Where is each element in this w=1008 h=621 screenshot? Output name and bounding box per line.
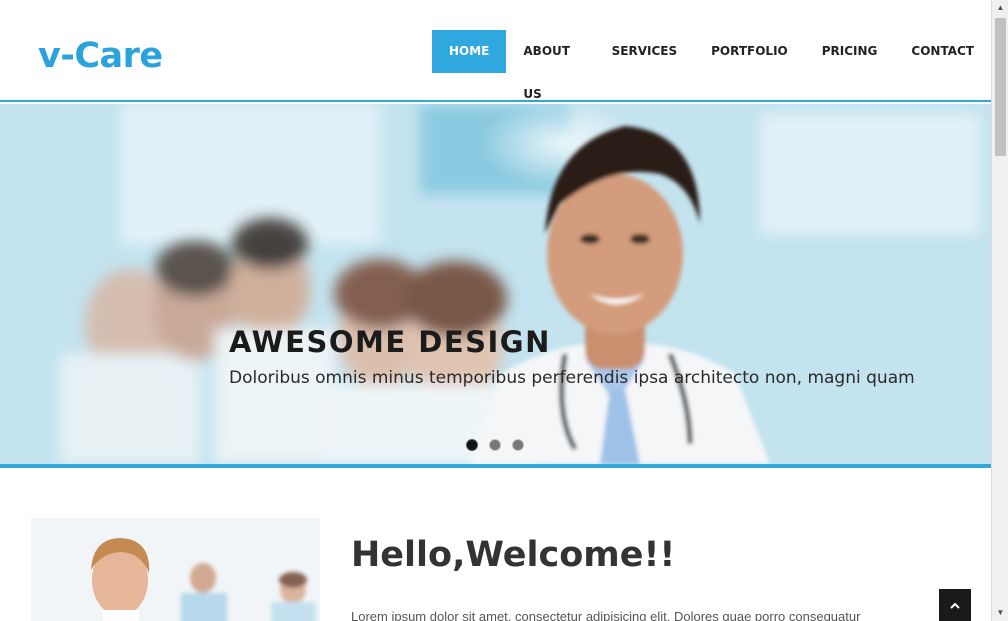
hero-image [0,104,991,464]
scroll-up-button[interactable]: ▲ [992,0,1008,16]
nav-item-services[interactable]: SERVICES [595,30,694,73]
hero-divider [0,464,991,468]
site-header: v-Care HOME ABOUT US SERVICES PORTFOLIO … [0,0,991,102]
welcome-image-graphic [31,518,320,621]
slider-dot-3[interactable] [512,439,524,451]
slider-dot-2[interactable] [489,439,501,451]
triangle-down-icon: ▼ [996,608,1005,617]
hero-slider: AWESOME DESIGN Doloribus omnis minus tem… [0,104,991,464]
slider-pagination [466,439,524,451]
nav-item-contact[interactable]: CONTACT [894,30,991,73]
welcome-image [31,518,320,621]
back-to-top-button[interactable] [939,589,971,621]
hero-subtitle: Doloribus omnis minus temporibus perfere… [229,368,915,388]
nav-item-home[interactable]: HOME [432,30,507,73]
logo[interactable]: v-Care [38,36,163,76]
hero-title: AWESOME DESIGN [229,325,551,359]
welcome-heading: Hello,Welcome!! [351,535,676,575]
chevron-up-icon [949,597,961,612]
main-nav: HOME ABOUT US SERVICES PORTFOLIO PRICING… [432,30,991,101]
nav-item-pricing[interactable]: PRICING [805,30,895,73]
scroll-thumb[interactable] [995,18,1006,156]
page-scrollbar[interactable]: ▲ ▼ [991,0,1008,621]
triangle-up-icon: ▲ [996,3,1005,12]
nav-item-portfolio[interactable]: PORTFOLIO [694,30,805,73]
welcome-text: Lorem ipsum dolor sit amet, consectetur … [351,609,861,621]
slider-dot-1[interactable] [466,439,478,451]
nav-item-about-us[interactable]: ABOUT US [506,30,594,101]
scroll-down-button[interactable]: ▼ [992,605,1008,621]
